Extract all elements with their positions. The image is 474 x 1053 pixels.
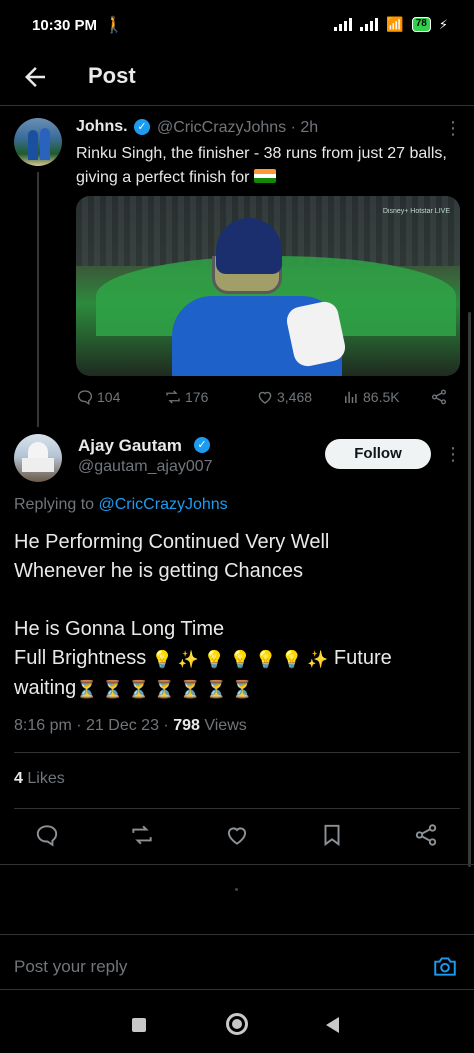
avatar[interactable] bbox=[14, 434, 62, 482]
home-icon[interactable] bbox=[226, 1013, 248, 1035]
post-line-blank bbox=[14, 586, 464, 615]
heart-icon bbox=[227, 827, 247, 845]
india-flag-icon bbox=[253, 169, 276, 183]
post-line-emoji: waiting⏳ ⏳ ⏳ ⏳ ⏳ ⏳ ⏳ bbox=[14, 674, 464, 704]
repost-icon bbox=[132, 825, 152, 845]
back-button[interactable] bbox=[20, 62, 50, 92]
signal-icon-2 bbox=[360, 18, 379, 31]
post-line: Whenever he is getting Chances bbox=[14, 560, 304, 582]
battery-icon: 78 bbox=[411, 17, 431, 32]
follow-button[interactable]: Follow bbox=[325, 439, 431, 469]
post-line-text: waiting bbox=[14, 677, 77, 699]
replying-to-link[interactable]: @CricCrazyJohns bbox=[99, 496, 228, 513]
signal-icon bbox=[334, 18, 353, 31]
repost-action[interactable]: 176 bbox=[164, 388, 208, 406]
arrow-left-icon bbox=[25, 67, 45, 87]
repost-button[interactable] bbox=[129, 822, 157, 850]
bookmark-button[interactable] bbox=[319, 822, 347, 850]
post-metadata: 8:16 pm · 21 Dec 23 · 798 Views bbox=[14, 717, 247, 735]
author-name[interactable]: Ajay Gautam bbox=[78, 436, 182, 456]
post-line: He is Gonna Long Time bbox=[14, 618, 225, 640]
post-text: Rinku Singh, the finisher - 38 runs from… bbox=[76, 142, 466, 190]
divider bbox=[0, 864, 474, 865]
divider bbox=[14, 752, 460, 753]
page-title: Post bbox=[88, 63, 136, 88]
camera-button[interactable] bbox=[432, 953, 458, 979]
main-post-actions bbox=[0, 822, 474, 852]
post-line-emoji: Full Brightness 💡 ✨ 💡 💡 💡 💡 ✨ Future bbox=[14, 644, 464, 674]
repost-icon bbox=[166, 390, 180, 404]
post-body: He Performing Continued Very Well Whenev… bbox=[14, 528, 464, 704]
top-app-bar: Post bbox=[0, 50, 474, 106]
views-count: 798 bbox=[173, 717, 200, 734]
post-line-text: Full Brightness bbox=[14, 647, 147, 669]
loading-indicator bbox=[235, 888, 238, 891]
heart-icon bbox=[258, 391, 272, 404]
divider bbox=[14, 808, 460, 809]
status-icons: 📶 78 ⚡ bbox=[334, 16, 448, 33]
likes-summary[interactable]: 4 Likes bbox=[14, 770, 65, 788]
scrollbar[interactable] bbox=[468, 312, 471, 867]
share-icon bbox=[431, 389, 447, 405]
views-label: Views bbox=[204, 717, 247, 734]
verified-badge-icon: ✓ bbox=[194, 437, 210, 453]
reply-composer: Post your reply bbox=[0, 934, 474, 990]
verified-badge-icon: ✓ bbox=[134, 119, 150, 135]
avatar[interactable] bbox=[14, 118, 62, 166]
like-count: 3,468 bbox=[277, 389, 313, 405]
author-name[interactable]: Johns. bbox=[76, 118, 128, 136]
charging-icon: ⚡ bbox=[438, 16, 448, 32]
media-watermark: Disney+ Hotstar LIVE bbox=[382, 208, 450, 215]
status-bar: 10:30 PM 🚶 📶 78 ⚡ bbox=[0, 0, 474, 50]
likes-count: 4 bbox=[14, 770, 23, 787]
like-action[interactable]: 3,468 bbox=[256, 388, 312, 406]
analytics-icon bbox=[345, 391, 357, 403]
share-action[interactable] bbox=[430, 388, 448, 406]
view-count: 86.5K bbox=[363, 389, 400, 405]
recent-apps-icon[interactable] bbox=[132, 1018, 146, 1032]
more-options-icon[interactable]: ⋮ bbox=[444, 118, 462, 139]
lightbulb-sparkles-emoji: 💡 ✨ 💡 💡 💡 💡 ✨ bbox=[151, 650, 329, 669]
like-button[interactable] bbox=[224, 822, 252, 850]
back-triangle-icon[interactable] bbox=[326, 1017, 339, 1033]
post-line: He Performing Continued Very Well bbox=[14, 531, 330, 553]
hourglass-emoji: ⏳ ⏳ ⏳ ⏳ ⏳ ⏳ ⏳ bbox=[76, 680, 253, 699]
thread-line bbox=[37, 172, 39, 427]
author-handle[interactable]: @CricCrazyJohns · 2h bbox=[157, 119, 318, 137]
post-image[interactable]: Disney+ Hotstar LIVE bbox=[76, 196, 460, 376]
post-timestamp[interactable]: 8:16 pm · 21 Dec 23 · bbox=[14, 717, 169, 734]
reply-button[interactable] bbox=[34, 822, 62, 850]
bookmark-icon bbox=[324, 824, 340, 847]
share-icon bbox=[415, 824, 437, 846]
post-actions: 104 176 3,468 86.5K bbox=[76, 388, 460, 410]
comment-icon bbox=[77, 390, 93, 406]
replying-to: Replying to @CricCrazyJohns bbox=[14, 496, 228, 514]
comment-icon bbox=[36, 825, 58, 847]
replying-prefix: Replying to bbox=[14, 496, 95, 513]
views-action[interactable]: 86.5K bbox=[342, 388, 400, 406]
reply-input[interactable]: Post your reply bbox=[14, 957, 127, 977]
share-button[interactable] bbox=[413, 822, 441, 850]
status-time: 10:30 PM bbox=[32, 17, 98, 34]
camera-icon bbox=[434, 957, 456, 976]
author-handle[interactable]: @gautam_ajay007 bbox=[78, 458, 213, 476]
more-options-icon[interactable]: ⋮ bbox=[444, 444, 462, 465]
reply-count: 104 bbox=[97, 389, 121, 405]
repost-count: 176 bbox=[185, 389, 209, 405]
reply-action[interactable]: 104 bbox=[76, 388, 120, 406]
person-walking-icon: 🚶 bbox=[104, 17, 124, 34]
wifi-icon: 📶 bbox=[386, 16, 404, 32]
post-line-text: Future bbox=[333, 647, 392, 669]
likes-label: Likes bbox=[27, 770, 65, 787]
system-navigation-bar bbox=[0, 993, 474, 1053]
